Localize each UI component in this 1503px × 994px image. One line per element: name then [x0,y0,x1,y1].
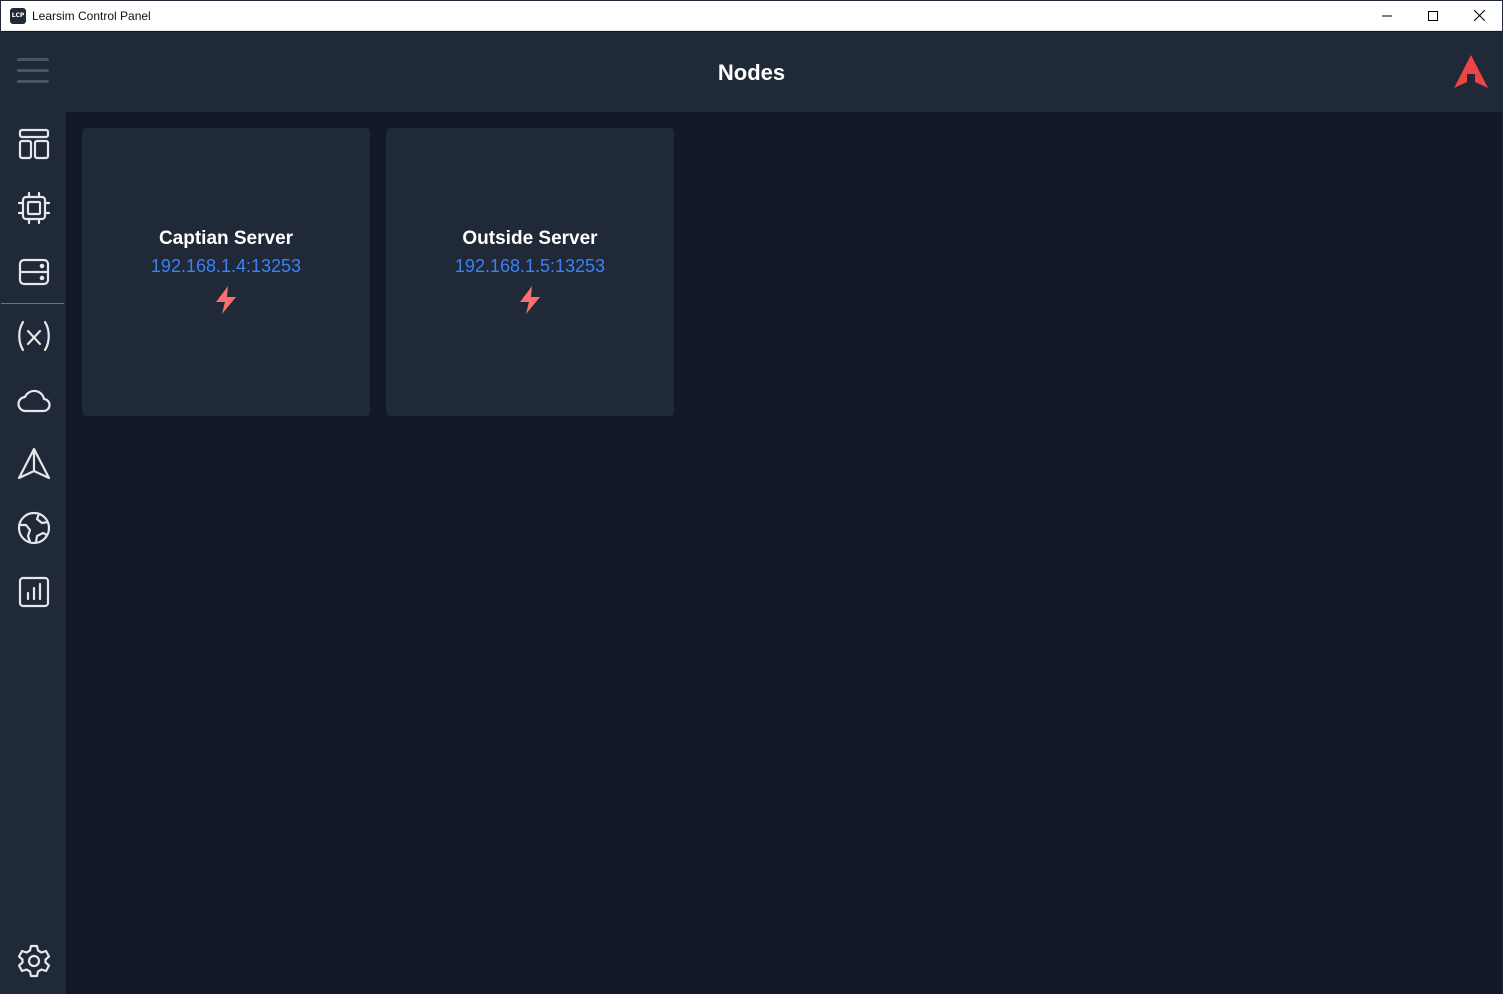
sidebar-item-navigation[interactable] [1,436,66,492]
maximize-button[interactable] [1410,1,1456,31]
sidebar-item-variables[interactable] [1,308,66,364]
sidebar-item-statistics[interactable] [1,564,66,620]
window-title: Learsim Control Panel [32,8,151,23]
node-name: Outside Server [462,228,598,249]
sidebar-item-servers[interactable] [1,244,66,300]
node-address: 192.168.1.5:13253 [454,256,606,276]
node-name: Captian Server [158,228,294,249]
sidebar [1,112,66,994]
title-bar: LCP Learsim Control Panel [1,1,1502,31]
bolt-icon [520,286,540,314]
chart-icon [18,576,49,608]
app-window: LCP Learsim Control Panel Nodes Captian … [0,0,1503,994]
close-icon [1473,10,1485,21]
layout-icon [18,128,49,160]
app-icon: LCP [10,7,26,24]
minimize-icon [1382,15,1392,16]
sidebar-item-nodes[interactable] [1,180,66,236]
server-icon [18,258,49,286]
close-button[interactable] [1456,1,1502,31]
chip-icon [17,192,50,224]
sidebar-item-settings[interactable] [1,933,66,989]
gear-icon [17,944,50,978]
window-controls [1364,1,1502,31]
sidebar-item-world[interactable] [1,500,66,556]
node-card[interactable]: Captian Server 192.168.1.4:13253 [82,128,370,416]
globe-icon [17,511,50,545]
cloud-icon [16,389,51,413]
brand-logo [1453,54,1489,90]
sidebar-item-dashboard[interactable] [1,116,66,172]
variable-icon [17,320,50,352]
node-card[interactable]: Outside Server 192.168.1.5:13253 [386,128,674,416]
sidebar-divider [1,303,64,304]
navigation-icon [17,447,50,480]
node-address: 192.168.1.4:13253 [150,256,302,276]
learsim-logo-icon [1454,55,1488,88]
minimize-button[interactable] [1364,1,1410,31]
sidebar-item-weather[interactable] [1,372,66,428]
bolt-icon [216,286,236,314]
nodes-grid: Captian Server 192.168.1.4:13253 Outside… [66,112,1502,994]
app-header: Nodes [1,32,1502,112]
maximize-icon [1428,10,1438,21]
page-title: Nodes [717,60,786,85]
